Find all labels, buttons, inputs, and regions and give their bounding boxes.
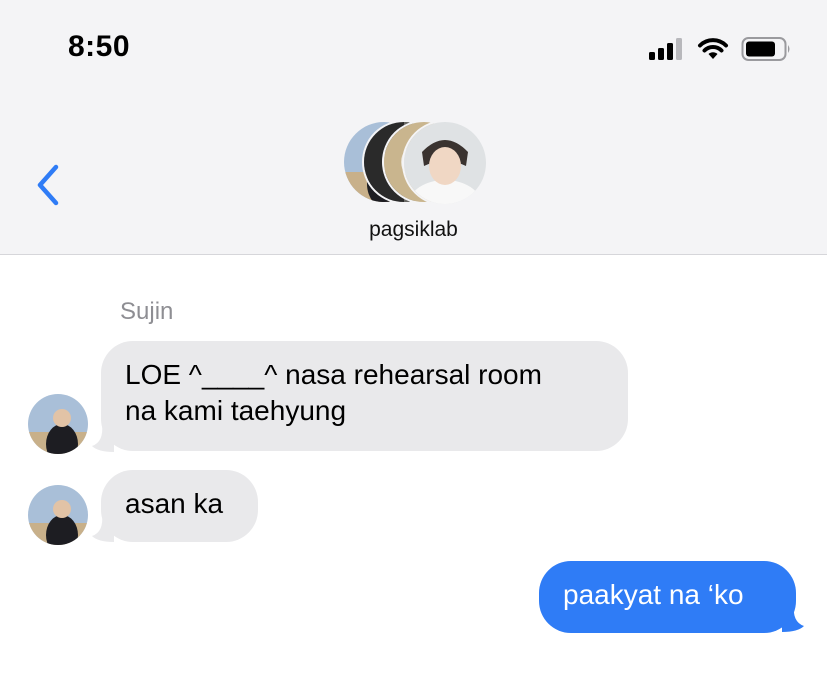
- status-icons: [649, 36, 793, 62]
- wifi-icon: [698, 38, 728, 59]
- sender-avatar[interactable]: [28, 394, 88, 454]
- member-avatar-4: [402, 120, 488, 206]
- conversation-header: 8:50 pagsiklab: [0, 0, 827, 255]
- message-text-line: LOE ^____^ nasa rehearsal room: [125, 359, 542, 390]
- cellular-signal-icon: [649, 38, 682, 60]
- status-time: 8:50: [68, 30, 131, 63]
- group-avatars[interactable]: [342, 120, 488, 206]
- sender-avatar[interactable]: [28, 485, 88, 545]
- message-bubble-incoming[interactable]: LOE ^____^ nasa rehearsal room na kami t…: [101, 341, 628, 451]
- message-bubble-incoming[interactable]: asan ka: [101, 470, 258, 542]
- battery-icon: [741, 37, 790, 61]
- message-text-line: na kami taehyung: [125, 395, 347, 426]
- group-name[interactable]: pagsiklab: [0, 218, 827, 242]
- sender-name: Sujin: [120, 298, 174, 325]
- message-bubble-outgoing[interactable]: paakyat na ‘ko: [539, 561, 796, 633]
- back-chevron-icon[interactable]: [32, 163, 62, 207]
